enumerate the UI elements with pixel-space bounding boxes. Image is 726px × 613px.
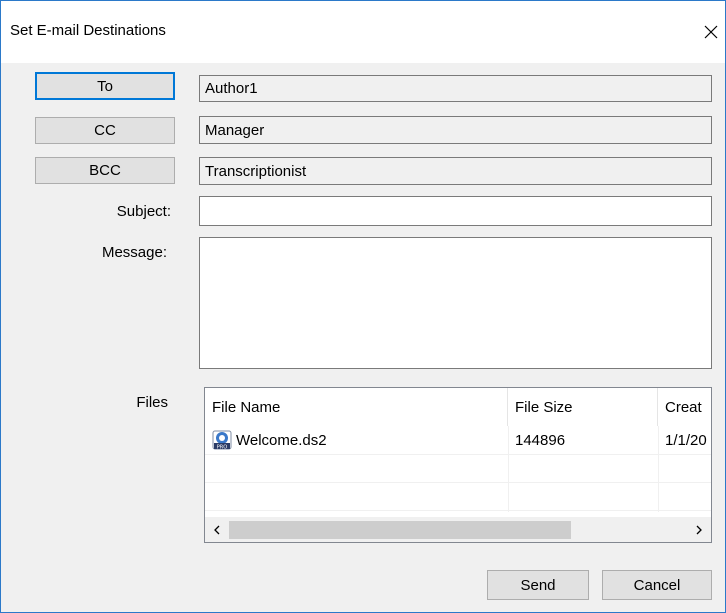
- dss-pro-file-icon: PRO: [212, 430, 232, 450]
- close-button[interactable]: [697, 13, 725, 51]
- column-header-created[interactable]: Creat: [658, 388, 711, 426]
- bcc-button[interactable]: BCC: [35, 157, 175, 184]
- to-button[interactable]: To: [35, 72, 175, 100]
- to-field[interactable]: Author1: [199, 75, 712, 102]
- cancel-button[interactable]: Cancel: [602, 570, 712, 600]
- title-bar: Set E-mail Destinations: [1, 1, 725, 63]
- email-destinations-dialog: Set E-mail Destinations To Author1 CC Ma…: [0, 0, 726, 613]
- files-label: Files: [136, 394, 168, 411]
- empty-row: [205, 454, 711, 483]
- scroll-left-arrow[interactable]: [205, 518, 229, 542]
- message-textarea[interactable]: [199, 237, 712, 369]
- empty-row: [205, 482, 711, 511]
- files-list-header: File Name File Size Creat: [205, 388, 711, 426]
- file-created-cell: 1/1/20: [665, 431, 707, 449]
- cc-button[interactable]: CC: [35, 117, 175, 144]
- chevron-left-icon: [214, 525, 220, 535]
- scroll-right-arrow[interactable]: [687, 518, 711, 542]
- bcc-field[interactable]: Transcriptionist: [199, 157, 712, 185]
- file-size-cell: 144896: [515, 431, 566, 449]
- column-separator: [658, 426, 659, 512]
- svg-text:PRO: PRO: [217, 444, 227, 450]
- close-icon: [704, 25, 718, 39]
- file-name: Welcome.ds2: [236, 431, 327, 449]
- cc-field[interactable]: Manager: [199, 116, 712, 144]
- column-separator: [508, 426, 509, 512]
- table-row[interactable]: PRO Welcome.ds2 144896 1/1/20: [205, 426, 711, 455]
- column-header-file-size[interactable]: File Size: [508, 388, 658, 426]
- scrollbar-thumb[interactable]: [229, 521, 571, 539]
- window-title: Set E-mail Destinations: [10, 22, 166, 39]
- send-button[interactable]: Send: [487, 570, 589, 600]
- message-label: Message:: [101, 244, 167, 261]
- column-header-file-name[interactable]: File Name: [205, 388, 508, 426]
- files-list[interactable]: File Name File Size Creat PRO Welcome.ds…: [204, 387, 712, 543]
- subject-label: Subject:: [116, 203, 171, 220]
- file-name-cell: PRO Welcome.ds2: [205, 426, 508, 454]
- chevron-right-icon: [696, 525, 702, 535]
- horizontal-scrollbar[interactable]: [205, 517, 711, 542]
- subject-input[interactable]: [199, 196, 712, 226]
